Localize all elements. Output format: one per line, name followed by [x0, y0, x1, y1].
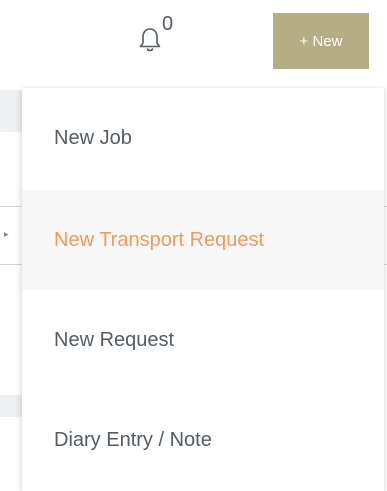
menu-item-diary-entry-note[interactable]: Diary Entry / Note [22, 390, 384, 490]
bell-icon [139, 28, 161, 52]
background-row-divider [0, 206, 22, 207]
background-table-header [0, 90, 22, 132]
notifications-button[interactable]: 0 [136, 14, 186, 58]
menu-item-label: New Request [54, 328, 175, 351]
menu-item-new-request[interactable]: New Request [22, 290, 384, 390]
menu-item-new-job[interactable]: New Job [22, 88, 384, 188]
menu-item-label: New Job [54, 126, 132, 149]
expand-row-icon[interactable]: ▸ [4, 230, 9, 239]
background-table-header [0, 395, 22, 417]
menu-item-new-transport-request[interactable]: New Transport Request [22, 190, 384, 290]
menu-item-label: Diary Entry / Note [54, 428, 212, 451]
app-viewport: ▸ 0 + New New Job New Transport Request … [0, 0, 387, 491]
new-dropdown-menu: New Job New Transport Request New Reques… [22, 88, 384, 491]
menu-item-label: New Transport Request [54, 228, 265, 251]
new-button[interactable]: + New [273, 13, 369, 69]
notification-count: 0 [162, 13, 174, 35]
background-row-divider [0, 264, 22, 265]
